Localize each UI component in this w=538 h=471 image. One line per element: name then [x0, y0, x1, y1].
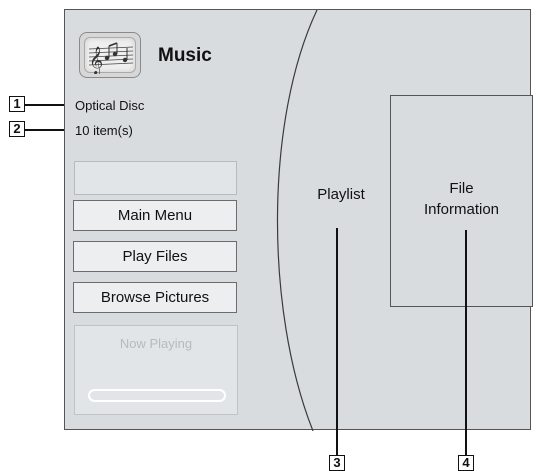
source-label: Optical Disc [75, 98, 145, 113]
file-information-label-line1: File [449, 180, 474, 197]
play-files-button[interactable]: Play Files [73, 241, 237, 272]
callout-3: 3 [329, 455, 345, 471]
callout-4-leader [465, 230, 467, 455]
music-notes-icon: 𝄞 [79, 32, 141, 78]
now-playing-panel: Now Playing [74, 325, 238, 415]
callout-2: 2 [9, 121, 25, 137]
callout-4: 4 [458, 455, 474, 471]
now-playing-progress-bar [88, 389, 226, 402]
svg-text:𝄞: 𝄞 [89, 46, 103, 74]
main-menu-button[interactable]: Main Menu [73, 200, 237, 231]
callout-3-leader [336, 228, 338, 455]
music-screen: 𝄞 Music Optical Disc 10 item(s) Main Men… [64, 9, 533, 431]
file-information-label-line2: Information [423, 201, 500, 218]
item-count-label: 10 item(s) [75, 123, 133, 138]
browse-pictures-button[interactable]: Browse Pictures [73, 282, 237, 313]
page-title: Music [158, 45, 212, 66]
now-playing-label: Now Playing [119, 336, 193, 351]
empty-menu-slot [74, 161, 237, 195]
playlist-panel-label: Playlist [317, 186, 365, 203]
callout-1: 1 [9, 96, 25, 112]
